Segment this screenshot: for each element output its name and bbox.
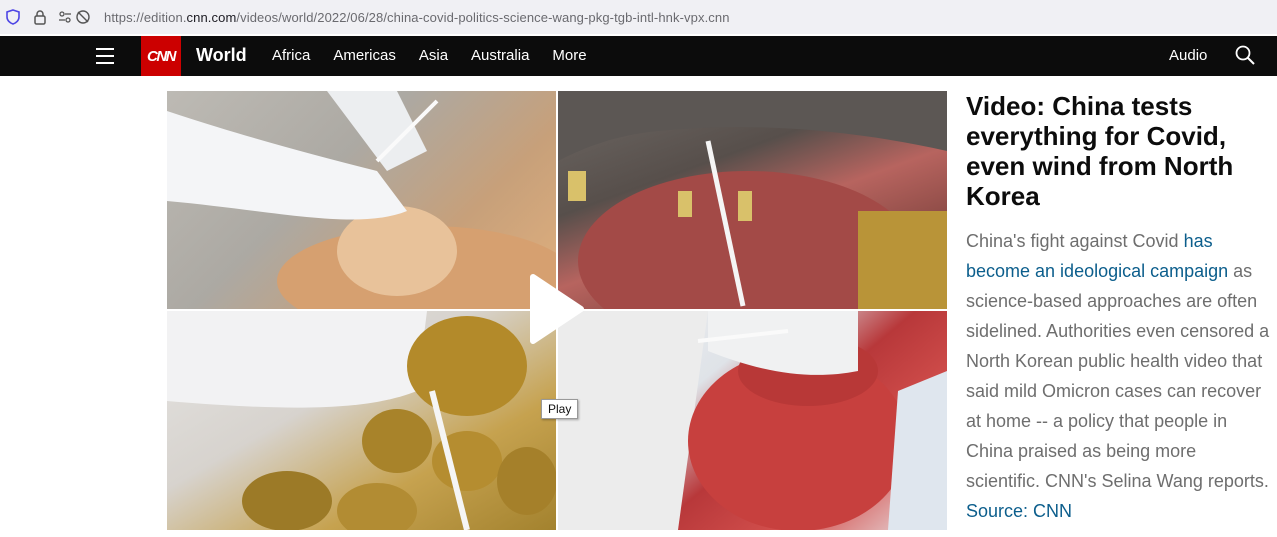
play-tooltip: Play [541,399,579,419]
nav-link-more[interactable]: More [552,47,586,64]
nav-link-africa[interactable]: Africa [272,47,310,64]
video-headline: Video: China tests everything for Covid,… [966,91,1234,211]
browser-url-bar[interactable]: https://edition.cnn.com/videos/world/202… [0,0,1277,34]
nav-link-americas[interactable]: Americas [333,47,396,64]
cnn-logo[interactable]: CNN [141,36,181,76]
lock-icon[interactable] [31,8,49,26]
video-thumbnail-cat [167,91,556,309]
permissions-icon[interactable] [58,8,92,26]
video-player[interactable]: Play [167,91,947,530]
play-icon[interactable] [529,273,585,345]
video-thumbnail-kiwi [167,311,556,530]
shield-icon[interactable] [4,8,22,26]
section-title[interactable]: World [196,45,247,66]
url-text[interactable]: https://edition.cnn.com/videos/world/202… [104,10,730,25]
cnn-nav-bar: CNN World Africa Americas Asia Australia… [0,36,1277,76]
nav-link-asia[interactable]: Asia [419,47,448,64]
search-icon[interactable] [1235,45,1255,65]
video-thumbnail-hippo [558,91,947,309]
nav-audio-link[interactable]: Audio [1169,47,1207,64]
hamburger-menu-icon[interactable] [96,48,114,64]
video-thumbnail-rooster [558,311,947,530]
video-description: China's fight against Covid has become a… [966,231,1270,521]
source-link[interactable]: Source: CNN [966,501,1072,521]
nav-link-australia[interactable]: Australia [471,47,529,64]
nav-links: Africa Americas Asia Australia More [272,47,610,64]
